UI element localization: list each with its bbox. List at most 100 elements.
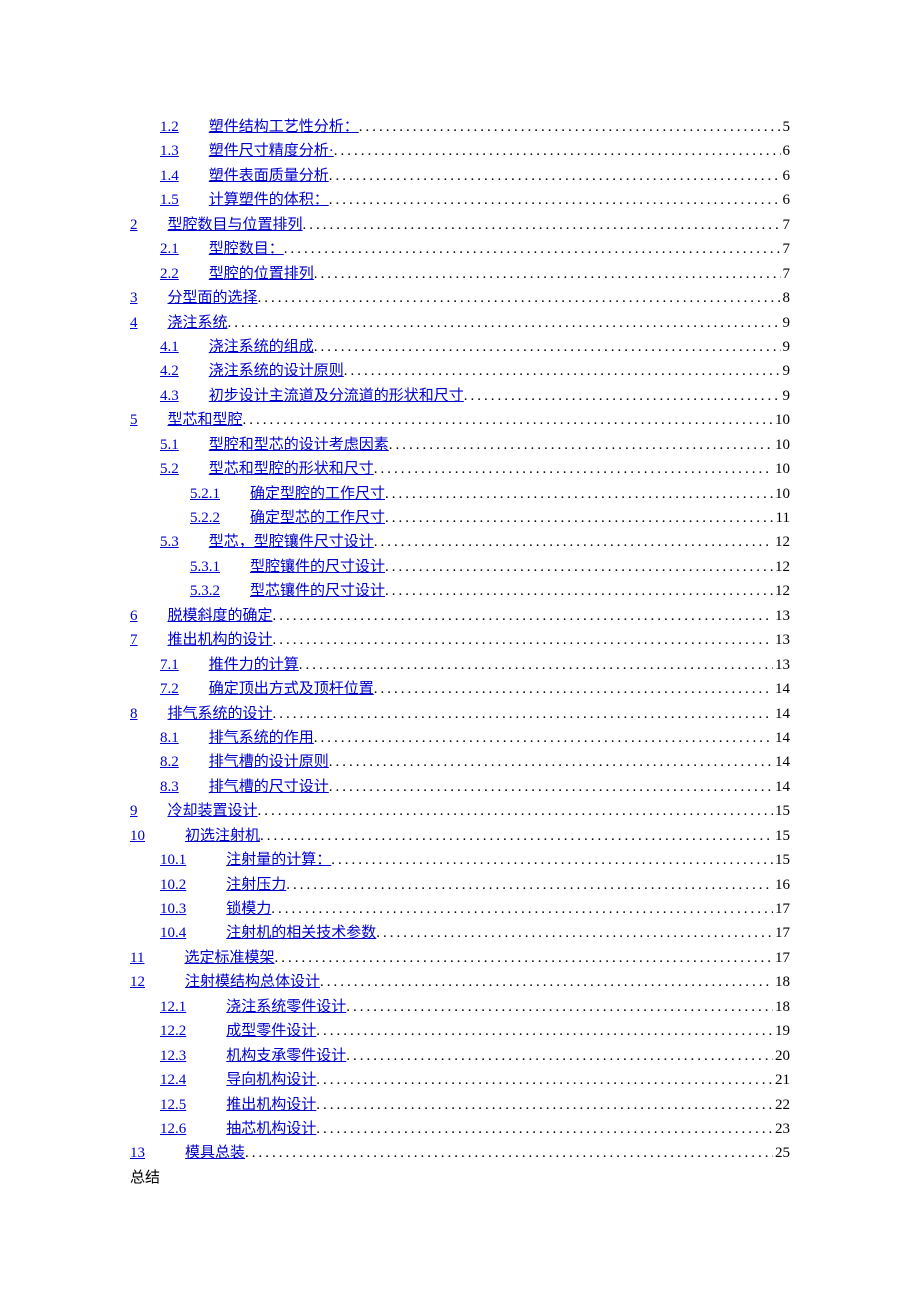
toc-number-link[interactable]: 8.1 — [160, 726, 179, 750]
toc-number-link[interactable]: 5.2.2 — [190, 506, 220, 530]
toc-number-link[interactable]: 7.2 — [160, 677, 179, 701]
toc-number-link[interactable]: 1.3 — [160, 139, 179, 163]
toc-number-link[interactable]: 11 — [130, 946, 144, 970]
toc-title-link[interactable]: 选定标准模架 — [184, 946, 274, 970]
toc-title-link[interactable]: 型腔的位置排列 — [209, 262, 314, 286]
toc-number-link[interactable]: 5.3 — [160, 530, 179, 554]
toc-number-link[interactable]: 4.2 — [160, 359, 179, 383]
toc-title-link[interactable]: 分型面的选择 — [168, 286, 258, 310]
toc-number-link[interactable]: 5 — [130, 408, 138, 432]
toc-title-link[interactable]: 注射压力 — [226, 873, 286, 897]
toc-title-link[interactable]: 确定顶出方式及顶杆位置 — [209, 677, 374, 701]
toc-number-link[interactable]: 1.2 — [160, 115, 179, 139]
toc-number-link[interactable]: 5.3.2 — [190, 579, 220, 603]
toc-title-link[interactable]: 注射模结构总体设计 — [185, 970, 320, 994]
toc-number-link[interactable]: 8.2 — [160, 750, 179, 774]
toc-number-link[interactable]: 1.5 — [160, 188, 179, 212]
toc-number-link[interactable]: 4.1 — [160, 335, 179, 359]
toc-number-link[interactable]: 10.2 — [160, 873, 186, 897]
toc-entry: 4.2浇注系统的设计原则9 — [130, 359, 790, 383]
toc-title-link[interactable]: 机构支承零件设计 — [226, 1044, 346, 1068]
toc-title-link[interactable]: 型芯，型腔镶件尺寸设计 — [209, 530, 374, 554]
toc-title-link[interactable]: 成型零件设计 — [226, 1019, 316, 1043]
toc-title-link[interactable]: 浇注系统 — [168, 311, 228, 335]
toc-number-link[interactable]: 8 — [130, 702, 138, 726]
toc-title-link[interactable]: 型腔数目与位置排列 — [168, 213, 303, 237]
toc-entry: 1.3塑件尺寸精度分析·6 — [130, 139, 790, 163]
toc-title-link[interactable]: 确定型腔的工作尺寸 — [250, 482, 385, 506]
toc-title-link[interactable]: 注射量的计算： — [226, 848, 331, 872]
toc-number-link[interactable]: 5.1 — [160, 433, 179, 457]
toc-number-link[interactable]: 12.1 — [160, 995, 186, 1019]
toc-leader-dots — [273, 628, 773, 652]
toc-title-link[interactable]: 型腔数目： — [209, 237, 284, 261]
toc-number-link[interactable]: 4 — [130, 311, 138, 335]
toc-title-link[interactable]: 排气槽的设计原则 — [209, 750, 329, 774]
toc-number-link[interactable]: 4.3 — [160, 384, 179, 408]
toc-number-link[interactable]: 12.3 — [160, 1044, 186, 1068]
toc-page-number: 25 — [773, 1141, 790, 1165]
toc-leader-dots — [316, 1093, 773, 1117]
toc-number-link[interactable]: 2.1 — [160, 237, 179, 261]
toc-title-link[interactable]: 冷却装置设计 — [168, 799, 258, 823]
toc-number-link[interactable]: 10.1 — [160, 848, 186, 872]
toc-number-link[interactable]: 7.1 — [160, 653, 179, 677]
toc-number-link[interactable]: 9 — [130, 799, 138, 823]
toc-leader-dots — [329, 775, 773, 799]
toc-title-link[interactable]: 初步设计主流道及分流道的形状和尺寸 — [209, 384, 464, 408]
toc-number-link[interactable]: 12.5 — [160, 1093, 186, 1117]
toc-title-link[interactable]: 注射机的相关技术参数 — [226, 921, 376, 945]
toc-title-link[interactable]: 浇注系统的组成 — [209, 335, 314, 359]
toc-title-link[interactable]: 型芯和型腔的形状和尺寸 — [209, 457, 374, 481]
toc-number-link[interactable]: 1.4 — [160, 164, 179, 188]
toc-entry: 4浇注系统9 — [130, 311, 790, 335]
toc-title-link[interactable]: 初选注射机 — [185, 824, 260, 848]
toc-title-link[interactable]: 塑件结构工艺性分析： — [209, 115, 359, 139]
toc-title-link[interactable]: 推件力的计算 — [209, 653, 299, 677]
toc-title-link[interactable]: 模具总装 — [185, 1141, 245, 1165]
toc-title-link[interactable]: 确定型芯的工作尺寸 — [250, 506, 385, 530]
toc-entry: 5.2.1确定型腔的工作尺寸10 — [130, 482, 790, 506]
toc-leader-dots — [316, 1068, 773, 1092]
toc-entry: 12.6抽芯机构设计23 — [130, 1117, 790, 1141]
toc-title-link[interactable]: 塑件表面质量分析 — [209, 164, 329, 188]
toc-title-link[interactable]: 型腔镶件的尺寸设计 — [250, 555, 385, 579]
toc-number-link[interactable]: 12.2 — [160, 1019, 186, 1043]
toc-title-link[interactable]: 抽芯机构设计 — [226, 1117, 316, 1141]
toc-title-link[interactable]: 排气槽的尺寸设计 — [209, 775, 329, 799]
toc-title-link[interactable]: 排气系统的设计 — [168, 702, 273, 726]
toc-title-link[interactable]: 浇注系统零件设计 — [226, 995, 346, 1019]
toc-title-link[interactable]: 脱模斜度的确定 — [168, 604, 273, 628]
toc-title-link[interactable]: 型芯和型腔 — [168, 408, 243, 432]
toc-number-link[interactable]: 7 — [130, 628, 138, 652]
toc-number-link[interactable]: 2.2 — [160, 262, 179, 286]
toc-title-link[interactable]: 推出机构设计 — [226, 1093, 316, 1117]
toc-number-link[interactable]: 13 — [130, 1141, 145, 1165]
toc-title-link[interactable]: 型腔和型芯的设计考虑因素 — [209, 433, 389, 457]
toc-leader-dots — [359, 115, 781, 139]
toc-title-link[interactable]: 导向机构设计 — [226, 1068, 316, 1092]
toc-title-link[interactable]: 推出机构的设计 — [168, 628, 273, 652]
toc-number-link[interactable]: 8.3 — [160, 775, 179, 799]
toc-title-link[interactable]: 浇注系统的设计原则 — [209, 359, 344, 383]
toc-number-link[interactable]: 10.3 — [160, 897, 186, 921]
toc-number-link[interactable]: 10.4 — [160, 921, 186, 945]
toc-number-link[interactable]: 2 — [130, 213, 138, 237]
toc-title-link[interactable]: 型芯镶件的尺寸设计 — [250, 579, 385, 603]
toc-title-link[interactable]: 塑件尺寸精度分析· — [209, 139, 334, 163]
toc-number-link[interactable]: 10 — [130, 824, 145, 848]
toc-title-link[interactable]: 排气系统的作用 — [209, 726, 314, 750]
toc-number-link[interactable]: 5.3.1 — [190, 555, 220, 579]
toc-number-link[interactable]: 12.4 — [160, 1068, 186, 1092]
toc-number-link[interactable]: 5.2 — [160, 457, 179, 481]
toc-number-link[interactable]: 12.6 — [160, 1117, 186, 1141]
toc-number-link[interactable]: 5.2.1 — [190, 482, 220, 506]
toc-page-number: 9 — [781, 335, 791, 359]
toc-entry: 13 模具总装 25 — [130, 1141, 790, 1165]
toc-title-link[interactable]: 锁模力 — [226, 897, 271, 921]
toc-page-number: 16 — [773, 873, 790, 897]
toc-number-link[interactable]: 12 — [130, 970, 145, 994]
toc-number-link[interactable]: 6 — [130, 604, 138, 628]
toc-title-link[interactable]: 计算塑件的体积： — [209, 188, 329, 212]
toc-number-link[interactable]: 3 — [130, 286, 138, 310]
